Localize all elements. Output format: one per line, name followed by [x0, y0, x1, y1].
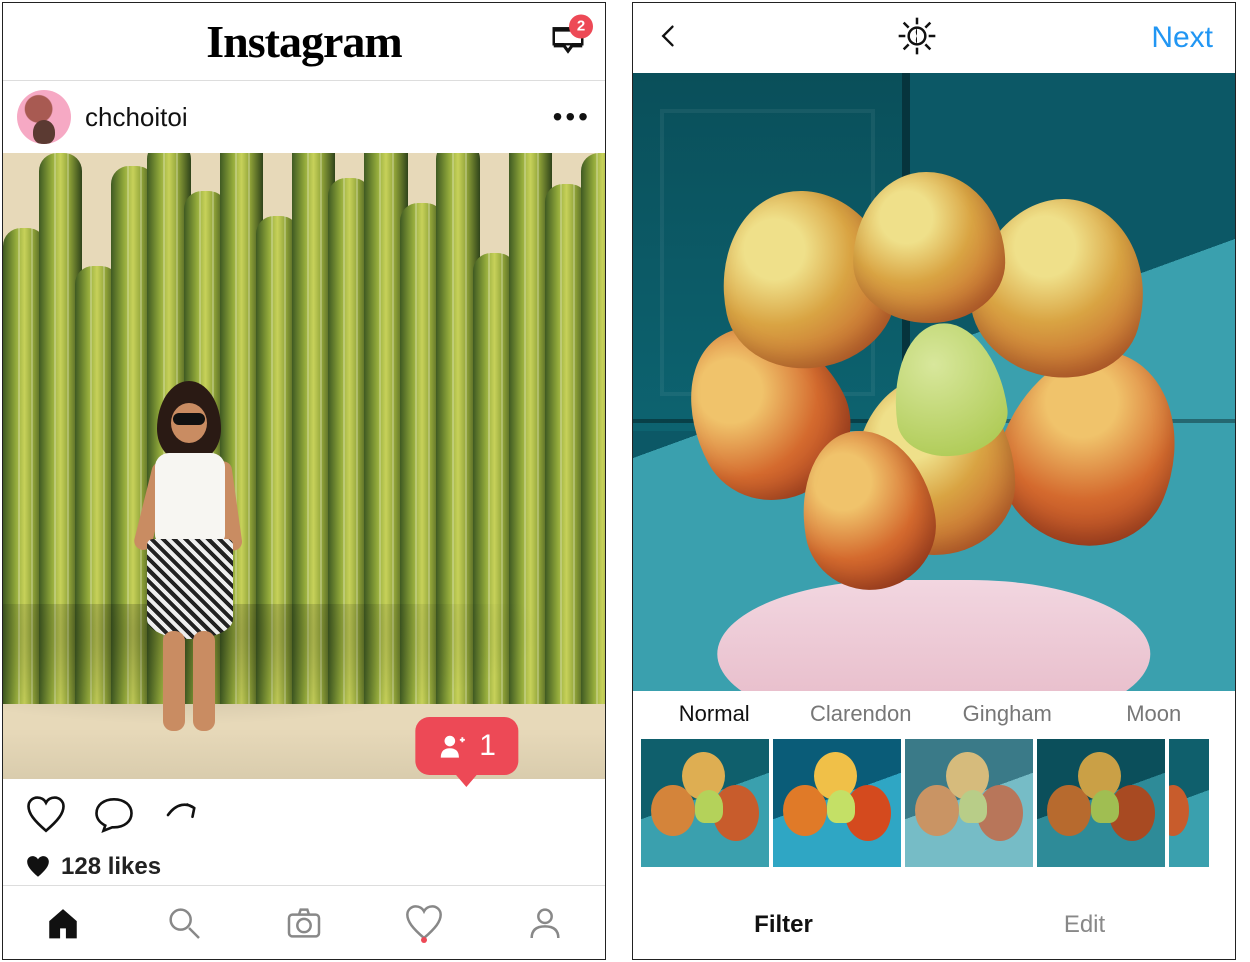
- inbox-badge: 2: [569, 14, 593, 38]
- search-icon: [164, 903, 204, 943]
- inbox-button[interactable]: 2: [549, 20, 587, 63]
- share-icon: [161, 794, 203, 836]
- filter-label-moon[interactable]: Moon: [1081, 701, 1228, 739]
- nav-activity[interactable]: [394, 893, 454, 953]
- back-button[interactable]: [655, 22, 683, 55]
- nav-camera[interactable]: [274, 893, 334, 953]
- camera-icon: [284, 903, 324, 943]
- filter-label-normal[interactable]: Normal: [641, 701, 788, 739]
- author-avatar[interactable]: [17, 90, 71, 144]
- brightness-icon: [897, 16, 937, 56]
- like-button[interactable]: [25, 794, 67, 841]
- tab-filter[interactable]: Filter: [633, 911, 934, 939]
- home-icon: [43, 903, 83, 943]
- activity-dot-indicator: [421, 937, 427, 943]
- heart-icon: [25, 794, 67, 836]
- activity-popup[interactable]: 1: [415, 717, 518, 775]
- nav-search[interactable]: [154, 893, 214, 953]
- likes-row[interactable]: 128 likes: [3, 855, 605, 885]
- nav-profile[interactable]: [515, 893, 575, 953]
- activity-popup-count: 1: [479, 729, 496, 763]
- filter-labels-row: Normal Clarendon Gingham Moon: [633, 701, 1235, 739]
- filter-thumb-clarendon[interactable]: [773, 739, 901, 867]
- nav-home[interactable]: [33, 893, 93, 953]
- filter-thumb-gingham[interactable]: [905, 739, 1033, 867]
- person-in-photo: [129, 381, 249, 741]
- feed-header: Instagram 2: [3, 3, 605, 81]
- share-button[interactable]: [161, 794, 203, 841]
- heart-filled-icon: [25, 855, 51, 880]
- filter-thumb-overflow[interactable]: [1169, 739, 1209, 867]
- post-more-button[interactable]: •••: [553, 101, 591, 133]
- filter-strip: Normal Clarendon Gingham Moon: [633, 691, 1235, 891]
- brightness-button[interactable]: [897, 16, 937, 61]
- filter-label-gingham[interactable]: Gingham: [934, 701, 1081, 739]
- post-header: chchoitoi •••: [3, 81, 605, 153]
- editor-bottom-tabs: Filter Edit: [633, 891, 1235, 959]
- editor-preview-image[interactable]: [633, 73, 1235, 691]
- author-username[interactable]: chchoitoi: [85, 102, 188, 133]
- profile-icon: [525, 903, 565, 943]
- app-logo: Instagram: [206, 15, 401, 68]
- next-button[interactable]: Next: [1151, 21, 1213, 55]
- bottom-nav: [3, 885, 605, 959]
- tab-edit[interactable]: Edit: [934, 911, 1235, 939]
- comment-icon: [93, 794, 135, 836]
- post-action-row: 1: [3, 779, 605, 855]
- feed-screen: Instagram 2 chchoitoi •••: [2, 2, 606, 960]
- likes-count-label: 128 likes: [61, 855, 161, 881]
- filter-thumb-moon[interactable]: [1037, 739, 1165, 867]
- comment-button[interactable]: [93, 794, 135, 841]
- chevron-left-icon: [655, 22, 683, 50]
- filter-thumb-normal[interactable]: [641, 739, 769, 867]
- post-image[interactable]: [3, 153, 605, 779]
- filter-thumbs-row[interactable]: [633, 739, 1235, 867]
- filter-label-clarendon[interactable]: Clarendon: [788, 701, 935, 739]
- editor-screen: Next Normal Clarendon Gingham Moon: [632, 2, 1236, 960]
- person-add-icon: [437, 731, 467, 761]
- editor-header: Next: [633, 3, 1235, 73]
